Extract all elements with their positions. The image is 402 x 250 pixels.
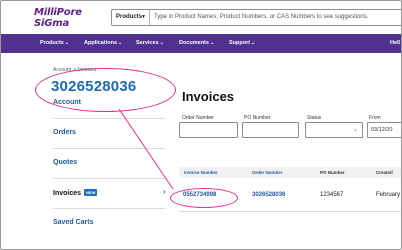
company-logo[interactable]: MilliPore SiGma — [34, 7, 94, 31]
app-frame: MilliPore SiGma Products ▼ Type in Produ… — [0, 0, 402, 250]
search-category-label: Products — [116, 14, 143, 20]
sidebar-divider — [53, 148, 165, 149]
status-select[interactable]: ⌄ — [305, 122, 363, 138]
logo-line-2: SiGma — [34, 18, 70, 29]
sidebar-divider — [53, 118, 165, 119]
new-badge: NEW — [84, 189, 98, 196]
nav-applications-label: Applications — [84, 40, 118, 46]
created-date-cell: February — [376, 192, 401, 198]
nav-products-label: Products — [40, 40, 64, 46]
nav-support-label: Support — [229, 40, 251, 46]
page-title: Invoices — [182, 89, 235, 104]
order-number-input[interactable] — [179, 122, 238, 138]
chevron-down-icon: ⌄ — [352, 127, 358, 133]
nav-services-label: Services — [136, 40, 159, 46]
sidebar-item-quotes[interactable]: Quotes — [53, 159, 77, 166]
sidebar-divider — [53, 208, 165, 209]
search-category-select[interactable]: Products ▼ — [112, 10, 150, 25]
sidebar-item-orders[interactable]: Orders — [53, 129, 76, 136]
chevron-down-icon: ⌄ — [251, 40, 256, 46]
po-number-input[interactable] — [242, 122, 299, 138]
column-order-number[interactable]: Order Number — [252, 167, 283, 178]
invoice-highlight-ellipse — [170, 188, 238, 208]
order-number-label: Order Number — [182, 115, 214, 121]
nav-documents-label: Documents — [179, 40, 209, 46]
sidebar-item-saved-carts[interactable]: Saved Carts — [53, 219, 93, 226]
main-nav: Products⌄ Applications⌄ Services⌄ Docume… — [1, 34, 401, 53]
chevron-down-icon: ⌄ — [159, 40, 164, 46]
chevron-down-icon: ⌄ — [118, 40, 123, 46]
search-input[interactable]: Type in Product Names, Product Numbers, … — [154, 10, 368, 25]
nav-support[interactable]: Support⌄ — [229, 34, 255, 53]
status-label: Status — [307, 115, 322, 121]
sidebar-item-invoices-label: Invoices — [53, 190, 82, 197]
callout-order-number: 3026528036 — [51, 78, 137, 95]
from-date-label: From — [369, 115, 381, 121]
chevron-down-icon: ⌄ — [64, 40, 70, 46]
sidebar-item-invoices[interactable]: Invoices NEW — [53, 189, 98, 197]
search-bar[interactable]: Products ▼ Type in Product Names, Produc… — [111, 9, 401, 26]
po-number-cell: 1234567 — [320, 192, 344, 198]
logo-line-1: MilliPore — [34, 7, 82, 18]
nav-services[interactable]: Services⌄ — [136, 34, 164, 53]
from-date-input[interactable]: 03/12/20 — [367, 122, 401, 138]
nav-documents[interactable]: Documents⌄ — [179, 34, 214, 53]
column-po-number: PO Number — [320, 170, 345, 175]
po-number-label: PO Number — [244, 115, 271, 121]
nav-applications[interactable]: Applications⌄ — [84, 34, 122, 53]
sidebar-divider — [53, 178, 165, 179]
chevron-down-icon: ▼ — [141, 14, 146, 20]
order-number-link[interactable]: 3026528036 — [252, 192, 285, 198]
nav-user-greeting[interactable]: Hell — [390, 34, 400, 53]
column-invoice-number[interactable]: Invoice Number — [184, 167, 218, 178]
chevron-right-icon: › — [163, 187, 166, 196]
chevron-down-icon: ⌄ — [209, 40, 215, 46]
nav-products[interactable]: Products⌄ — [40, 34, 69, 53]
column-created[interactable]: Created — [376, 167, 393, 178]
table-row-divider — [179, 211, 401, 212]
invoice-table-header: Invoice Number Order Number PO Number Cr… — [179, 167, 401, 178]
